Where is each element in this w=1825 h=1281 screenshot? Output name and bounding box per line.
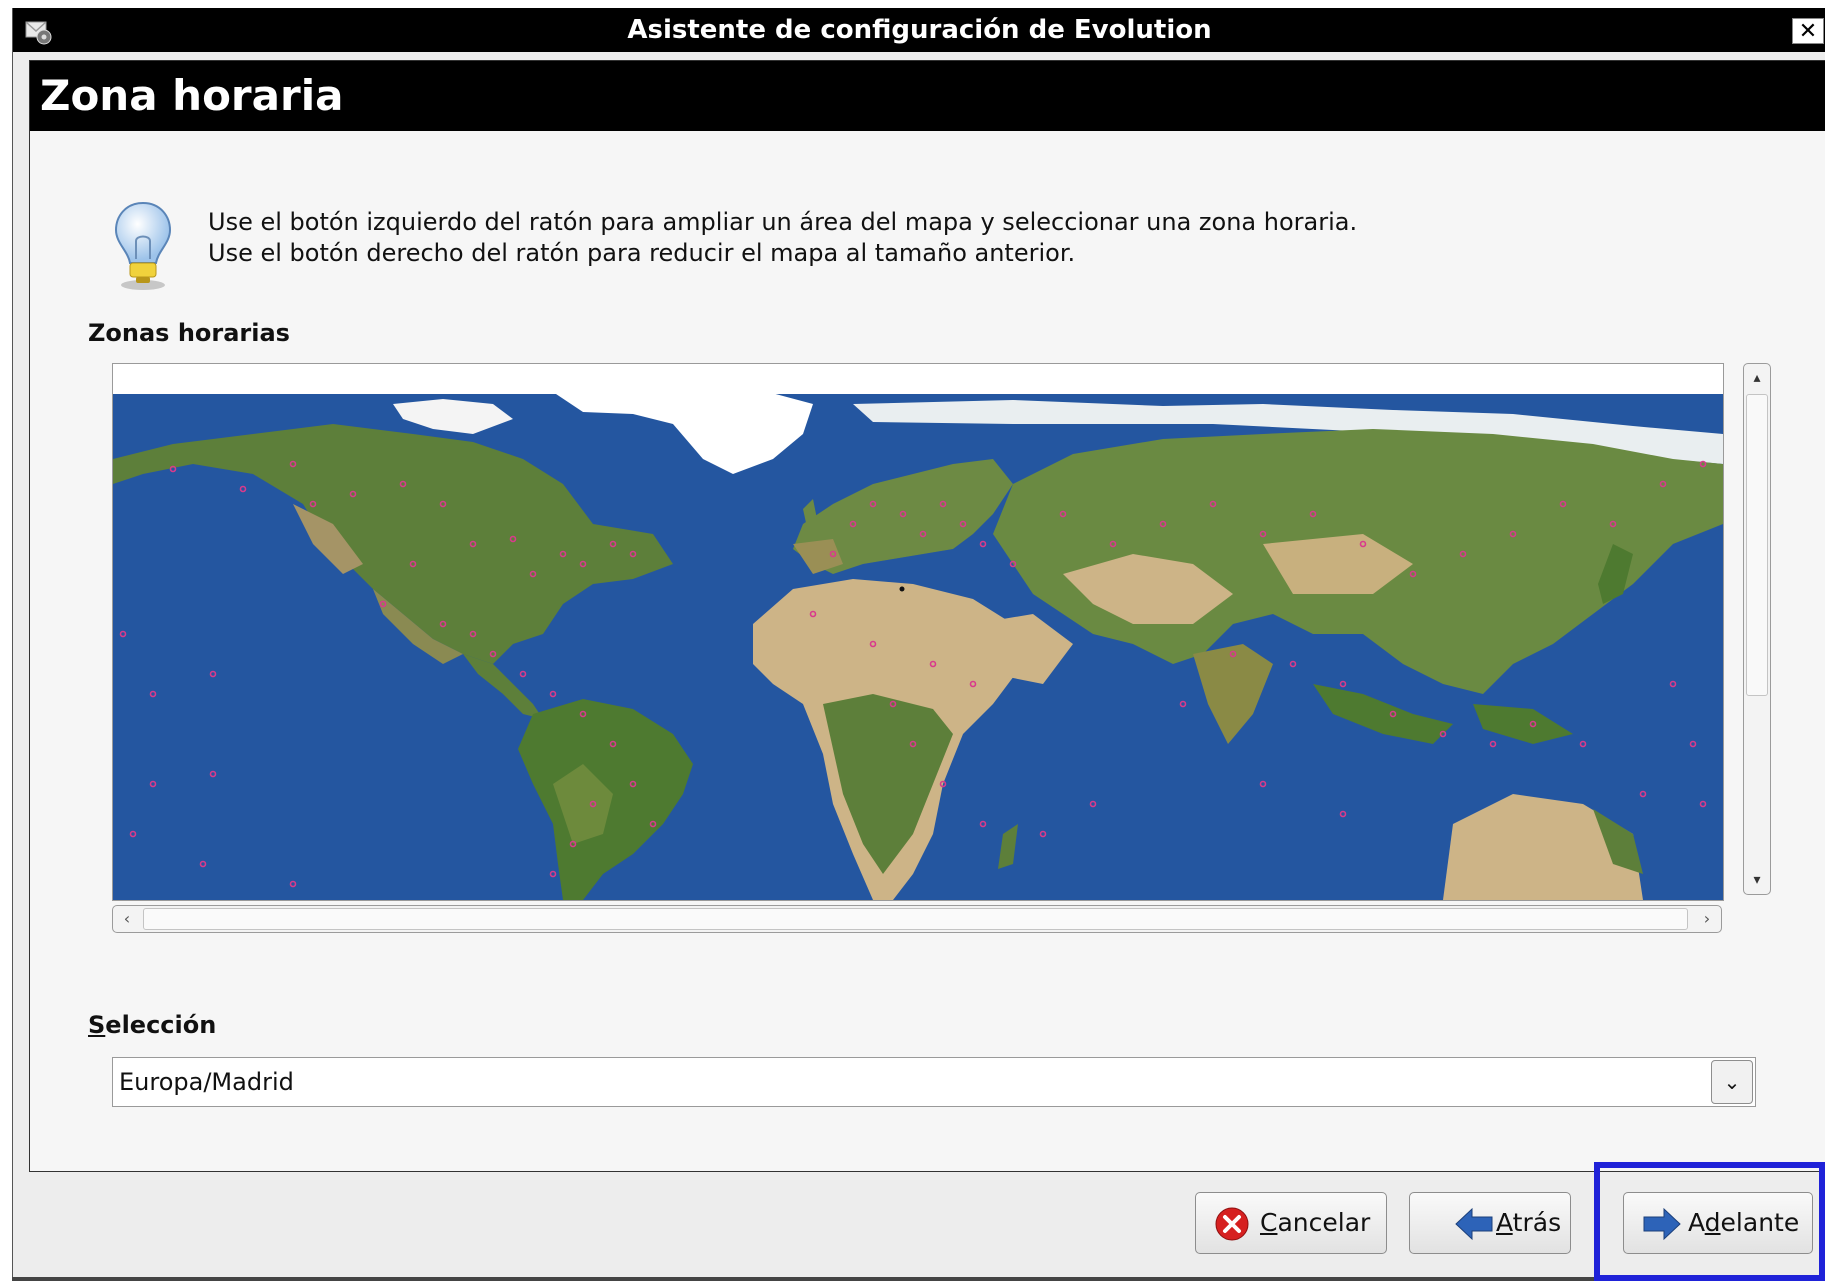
page-header: Zona horaria: [30, 61, 1825, 131]
forward-button[interactable]: Adelante: [1623, 1192, 1813, 1254]
page-title: Zona horaria: [40, 71, 344, 120]
wizard-page: Zona horaria Use el botón izquierdo del …: [29, 60, 1825, 1172]
timezone-combobox[interactable]: Europa/Madrid ⌄: [112, 1057, 1756, 1107]
arrow-left-icon: [1455, 1207, 1493, 1241]
forward-prefix: A: [1688, 1208, 1705, 1237]
selection-label: Selección: [88, 1011, 216, 1039]
cancel-button[interactable]: Cancelar: [1195, 1192, 1387, 1254]
vertical-scroll-thumb[interactable]: [1746, 394, 1768, 696]
cancel-mnemonic: C: [1260, 1208, 1278, 1237]
close-button[interactable]: ✕: [1792, 18, 1824, 44]
back-label: trás: [1512, 1208, 1562, 1237]
forward-label: elante: [1720, 1208, 1800, 1237]
cancel-label: ancelar: [1277, 1208, 1371, 1237]
arrow-right-icon: [1643, 1207, 1681, 1241]
window-title: Asistente de configuración de Evolution: [627, 15, 1212, 45]
forward-mnemonic: d: [1704, 1208, 1721, 1237]
scroll-left-icon[interactable]: ‹: [115, 908, 139, 930]
timezone-value[interactable]: Europa/Madrid: [119, 1058, 294, 1106]
instruction-line-1: Use el botón izquierdo del ratón para am…: [208, 208, 1358, 236]
timezone-world-map[interactable]: [112, 363, 1724, 901]
instruction-line-2: Use el botón derecho del ratón para redu…: [208, 239, 1076, 267]
selection-label-text: elección: [105, 1011, 217, 1039]
map-horizontal-scrollbar[interactable]: ‹ ›: [112, 905, 1722, 933]
map-vertical-scrollbar[interactable]: ▴ ▾: [1743, 363, 1771, 895]
cancel-icon: [1215, 1207, 1249, 1241]
timezones-section-label: Zonas horarias: [88, 319, 290, 347]
scroll-up-icon[interactable]: ▴: [1746, 366, 1768, 390]
back-mnemonic: A: [1496, 1208, 1513, 1237]
setup-assistant-window: Asistente de configuración de Evolution …: [12, 8, 1825, 1281]
window-bottom-border: [12, 1277, 1825, 1281]
instruction-text: Use el botón izquierdo del ratón para am…: [208, 207, 1357, 269]
selection-label-mnemonic: S: [88, 1011, 106, 1039]
back-button[interactable]: Atrás: [1409, 1192, 1571, 1254]
chevron-down-icon[interactable]: ⌄: [1711, 1060, 1753, 1104]
lightbulb-icon: [114, 201, 172, 290]
scroll-down-icon[interactable]: ▾: [1746, 868, 1768, 892]
scroll-right-icon[interactable]: ›: [1695, 908, 1719, 930]
title-bar[interactable]: Asistente de configuración de Evolution …: [13, 8, 1825, 52]
horizontal-scroll-thumb[interactable]: [143, 908, 1688, 930]
